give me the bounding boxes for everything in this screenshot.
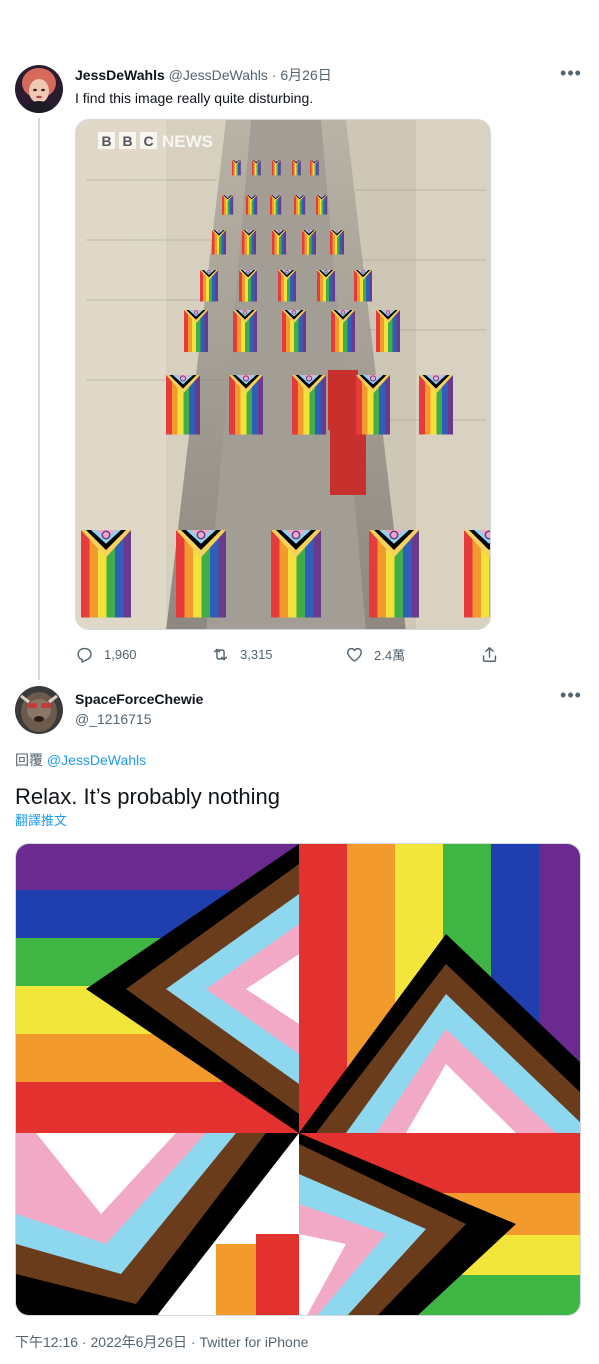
reply-button[interactable]: 1,960 [75,640,137,668]
tweet2-handle[interactable]: @_1216715 [75,710,152,728]
more-options-icon[interactable]: ••• [558,64,584,88]
tweet2-image[interactable] [15,843,581,1316]
heart-icon [347,647,362,662]
tweet1-handle[interactable]: @JessDeWahls [169,67,268,83]
svg-text:B: B [101,133,111,149]
translate-tweet-link[interactable]: 翻譯推文 [15,813,67,829]
svg-text:NEWS: NEWS [162,132,213,151]
svg-text:C: C [143,133,153,149]
share-button[interactable] [480,640,499,668]
tweet2-date[interactable]: 2022年6月26日 [91,1334,188,1350]
tweet1-actions: 1,960 3,315 2.4萬 [75,640,505,668]
tweet1-date[interactable]: 6月26日 [280,67,331,83]
tweet2-sep-1: · [78,1334,91,1350]
tweet1-header: JessDeWahls @JessDeWahls · 6月26日 [75,66,332,84]
retweet-button[interactable]: 3,315 [211,640,273,668]
thread-connector-line [38,118,40,680]
tweet1-text: I find this image really quite disturbin… [75,90,314,106]
tweet2-display-name[interactable]: SpaceForceChewie [75,690,203,708]
share-icon [482,646,497,662]
retweet-count: 3,315 [240,646,273,662]
reply-count: 1,960 [104,646,137,662]
avatar-spaceforcechewie[interactable] [15,686,63,734]
tweet1-image[interactable]: B B C NEWS [75,119,491,630]
svg-text:B: B [122,133,132,149]
tweet1-separator: · [267,67,281,83]
like-button[interactable]: 2.4萬 [345,640,405,668]
tweet1-display-name[interactable]: JessDeWahls [75,67,165,83]
tweet2-time[interactable]: 下午12:16 [15,1334,78,1350]
tweet2-sep-2: · [187,1334,200,1350]
tweet2-source[interactable]: Twitter for iPhone [199,1334,308,1350]
like-count: 2.4萬 [374,647,406,663]
tweet2-timestamp: 下午12:16 · 2022年6月26日 · Twitter for iPhon… [15,1333,308,1351]
reply-icon [77,647,92,663]
retweet-icon [213,648,228,660]
tweet2-text: Relax. It’s probably nothing [15,784,280,809]
avatar-jessdewahls[interactable] [15,65,63,113]
replying-to: 回覆 @JessDeWahls [15,751,146,769]
more-options-icon[interactable]: ••• [558,686,584,710]
replying-to-mention[interactable]: @JessDeWahls [47,752,146,768]
replying-to-prefix: 回覆 [15,752,47,768]
